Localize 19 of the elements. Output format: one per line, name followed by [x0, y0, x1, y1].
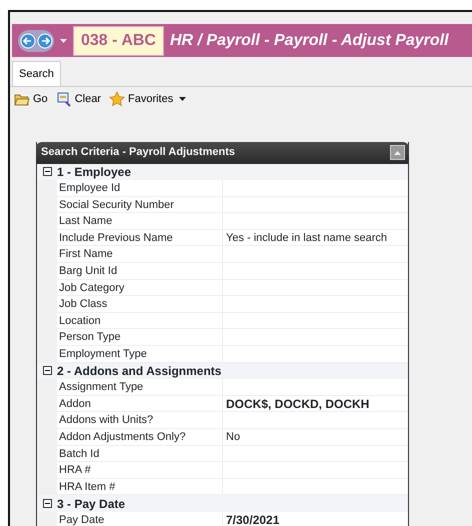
tab[interactable]: Search: [12, 60, 61, 86]
field-value[interactable]: 7/30/2021: [223, 512, 408, 526]
panel-title: Search Criteria - Payroll Adjustments: [41, 145, 235, 160]
toolbar-button[interactable]: Go: [14, 91, 48, 108]
back-icon[interactable]: [20, 32, 36, 48]
window-title: HR / Payroll - Payroll - Adjust Payroll: [170, 30, 449, 50]
toolbar-button[interactable]: Clear: [56, 91, 101, 108]
record-code: 038 - ABC: [73, 26, 164, 56]
section-header[interactable]: 3 - Pay Date: [37, 495, 408, 512]
toolbar-button[interactable]: Favorites: [108, 91, 186, 108]
caret-icon[interactable]: [60, 38, 67, 42]
section-header[interactable]: 2 - Addons and Assignments: [37, 362, 408, 380]
field-label: Pay Date: [57, 512, 223, 526]
collapse-button[interactable]: [390, 145, 405, 160]
forward-icon[interactable]: [36, 32, 52, 48]
section-header[interactable]: 1 - Employee: [37, 164, 408, 180]
magnifier-icon: [56, 91, 72, 108]
star-icon: [108, 91, 125, 108]
up-arrow-icon: [394, 150, 401, 154]
